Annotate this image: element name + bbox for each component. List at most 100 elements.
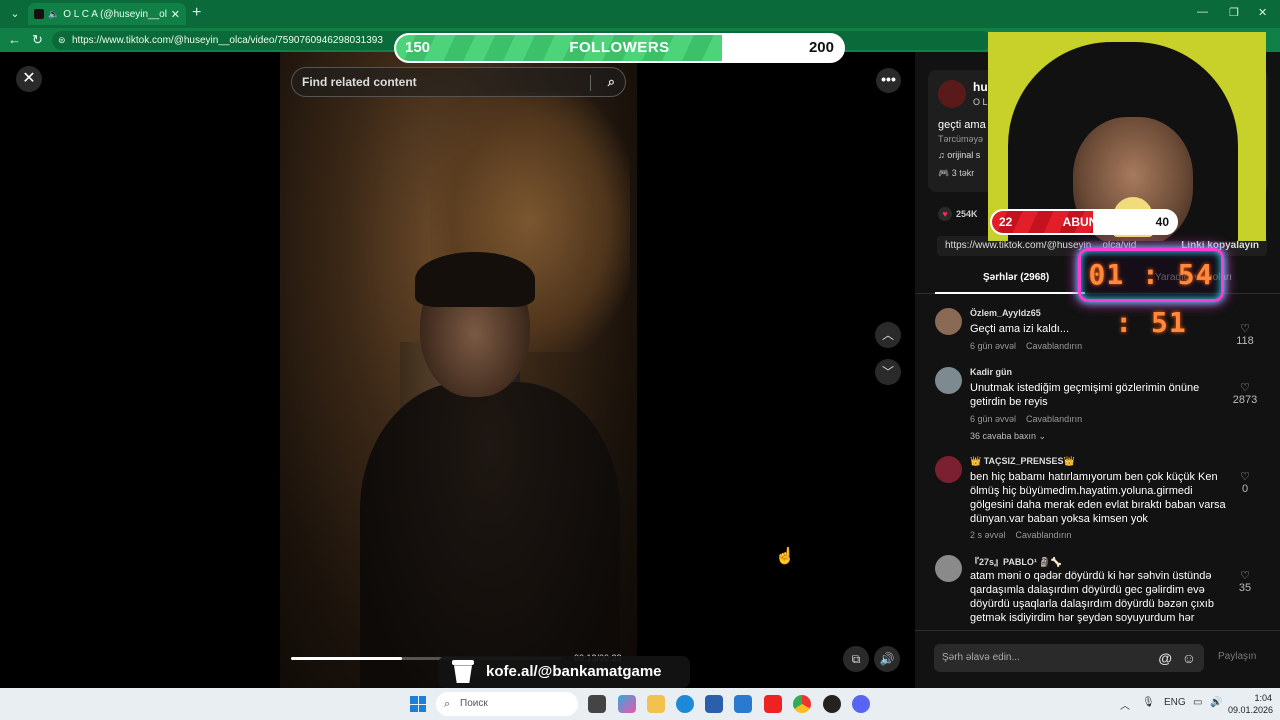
microphone-icon[interactable]: 🎙: [1142, 697, 1155, 708]
search-placeholder: Find related content: [302, 75, 417, 89]
tiktok-favicon-icon: [34, 9, 44, 19]
search-icon[interactable]: ⌕: [608, 68, 615, 96]
comment-meta: 2 s əvvəl Cavablandırın: [970, 530, 1072, 540]
comment-text: atam məni o qədər döyürdü ki hər səhvin …: [970, 570, 1214, 624]
heart-outline-icon[interactable]: ♡: [1230, 470, 1260, 483]
windows-start-icon[interactable]: [410, 696, 426, 712]
copilot-icon[interactable]: [618, 695, 636, 713]
emoji-icon[interactable]: ☺: [1182, 644, 1196, 672]
obs-icon[interactable]: [823, 695, 841, 713]
translate-link[interactable]: Tərcüməyə: [938, 134, 983, 144]
edge-icon[interactable]: [676, 695, 694, 713]
youtube-icon[interactable]: [764, 695, 782, 713]
volume-tray-icon[interactable]: 🔊: [1210, 697, 1222, 708]
avatar[interactable]: [935, 456, 962, 483]
next-video-button[interactable]: ﹀: [875, 359, 901, 385]
window-close-icon[interactable]: ✕: [1258, 6, 1267, 19]
comment-input[interactable]: Şərh əlavə edin... @ ☺: [934, 644, 1204, 672]
music-title: orijinal s: [947, 150, 981, 160]
comment-text: Unutmak istediğim geçmişimi gözlerimin ö…: [970, 382, 1200, 408]
task-view-icon[interactable]: [588, 695, 606, 713]
browser-tab[interactable]: 🔈 O L C A (@huseyin__olca) | Tik ✕: [28, 3, 186, 25]
stream-timer: 01 : 54 : 51: [1078, 248, 1224, 339]
taskbar-search[interactable]: ⌕ Поиск: [436, 692, 578, 716]
video-player[interactable]: [280, 52, 637, 688]
minimize-icon[interactable]: —: [1197, 6, 1208, 18]
comment-like[interactable]: ♡ 0: [1230, 470, 1260, 495]
heart-outline-icon[interactable]: ♡: [1230, 381, 1260, 394]
browser-tab-bar: ⌄ 🔈 O L C A (@huseyin__olca) | Tik ✕ + —…: [0, 0, 1280, 28]
comment-like[interactable]: ♡ 35: [1230, 569, 1260, 594]
comment-like-count: 0: [1241, 483, 1249, 495]
comment-user[interactable]: Özlem_Ayyldz65: [970, 308, 1041, 318]
followers-goal-end: 200: [808, 39, 834, 56]
screen: ⌄ 🔈 O L C A (@huseyin__olca) | Tik ✕ + —…: [0, 0, 1280, 720]
likes-row[interactable]: ♥ 254K: [938, 207, 978, 221]
new-tab-button[interactable]: +: [192, 4, 201, 22]
comment-like-count: 35: [1238, 582, 1252, 594]
language-indicator[interactable]: ENG: [1164, 697, 1186, 708]
comment-like[interactable]: ♡ 2873: [1230, 381, 1260, 406]
site-info-icon[interactable]: ⊜: [58, 31, 66, 50]
more-options-button[interactable]: •••: [876, 68, 901, 93]
followers-goal-label: FOLLOWERS: [569, 39, 670, 56]
author-name[interactable]: hu: [973, 80, 988, 94]
file-explorer-icon[interactable]: [647, 695, 665, 713]
tab-comments[interactable]: Şərhlər (2968): [983, 272, 1049, 283]
back-arrow-icon[interactable]: ←: [8, 32, 21, 47]
tab-close-icon[interactable]: ✕: [171, 8, 180, 21]
outlook-icon[interactable]: [734, 695, 752, 713]
store-icon[interactable]: [705, 695, 723, 713]
subscribe-goal-bar: 22 ABUNE 40: [990, 209, 1178, 235]
clock-date: 09.01.2026: [1228, 705, 1274, 715]
reply-button[interactable]: Cavablandırın: [1026, 414, 1082, 424]
restore-icon[interactable]: ❐: [1229, 6, 1239, 19]
coffee-cup-lid-icon: [452, 660, 474, 665]
comment-input-bar: Şərh əlavə edin... @ ☺ Paylaşın: [915, 630, 1280, 688]
heart-icon[interactable]: ♥: [938, 207, 952, 221]
clock-time: 1:04: [1254, 693, 1272, 703]
comment-meta: 6 gün əvvəl Cavablandırın: [970, 414, 1082, 424]
avatar[interactable]: [935, 367, 962, 394]
reactions-text: 3 təkr: [951, 168, 975, 178]
reply-button[interactable]: Cavablandırın: [1026, 341, 1082, 351]
reply-button[interactable]: Cavablandırın: [1016, 530, 1072, 540]
comment-user[interactable]: 👑 TAÇSIZ_PRENSES👑: [970, 456, 1075, 467]
comment-like[interactable]: ♡ 118: [1230, 322, 1260, 347]
subscribe-goal-end: 40: [1155, 215, 1169, 229]
volume-icon[interactable]: 🔊: [874, 646, 900, 672]
comment-like-count: 118: [1236, 335, 1254, 347]
related-content-search[interactable]: Find related content ⌕: [291, 67, 626, 97]
tab-title: O L C A (@huseyin__olca) | Tik: [63, 8, 167, 20]
picture-in-picture-icon[interactable]: ⧉: [843, 646, 869, 672]
heart-outline-icon[interactable]: ♡: [1230, 569, 1260, 582]
chrome-icon[interactable]: [793, 695, 811, 713]
network-icon[interactable]: ▭: [1193, 697, 1202, 708]
comment-time: 6 gün əvvəl: [970, 414, 1017, 424]
comment-user[interactable]: Kadir gün: [970, 367, 1012, 377]
view-replies-button[interactable]: 36 cavaba baxın ⌄: [970, 431, 1046, 442]
avatar[interactable]: [935, 308, 962, 335]
previous-video-button[interactable]: ︿: [875, 322, 901, 348]
tray-expand-icon[interactable]: ︿: [1120, 697, 1130, 712]
speaker-icon[interactable]: 🔈: [48, 9, 59, 20]
close-video-button[interactable]: ✕: [16, 66, 42, 92]
video-progress-fill: [291, 657, 402, 660]
mention-icon[interactable]: @: [1158, 644, 1172, 672]
donation-link-text: kofe.al/@bankamatgame: [486, 663, 662, 680]
author-avatar[interactable]: [938, 80, 966, 108]
post-comment-button[interactable]: Paylaşın: [1218, 651, 1256, 662]
reload-icon[interactable]: ↻: [32, 32, 43, 48]
taskbar-clock[interactable]: 1:04 09.01.2026: [1228, 692, 1274, 716]
comment-user[interactable]: 『27s』PABLO¹ 🗿🦴: [970, 555, 1062, 568]
avatar[interactable]: [935, 555, 962, 582]
search-divider: [590, 75, 591, 91]
comment-list: Özlem_Ayyldz65 Geçti ama izi kaldı... 6 …: [915, 302, 1280, 630]
discord-icon[interactable]: [852, 695, 870, 713]
video-person-body: [360, 382, 620, 688]
music-info[interactable]: ♫ orijinal s: [938, 150, 980, 160]
reactions-row: 🎮 3 təkr: [938, 168, 974, 179]
tab-list-icon[interactable]: ⌄: [6, 5, 24, 23]
heart-outline-icon[interactable]: ♡: [1230, 322, 1260, 335]
subscribe-goal-label: ABUNE: [1062, 215, 1106, 229]
